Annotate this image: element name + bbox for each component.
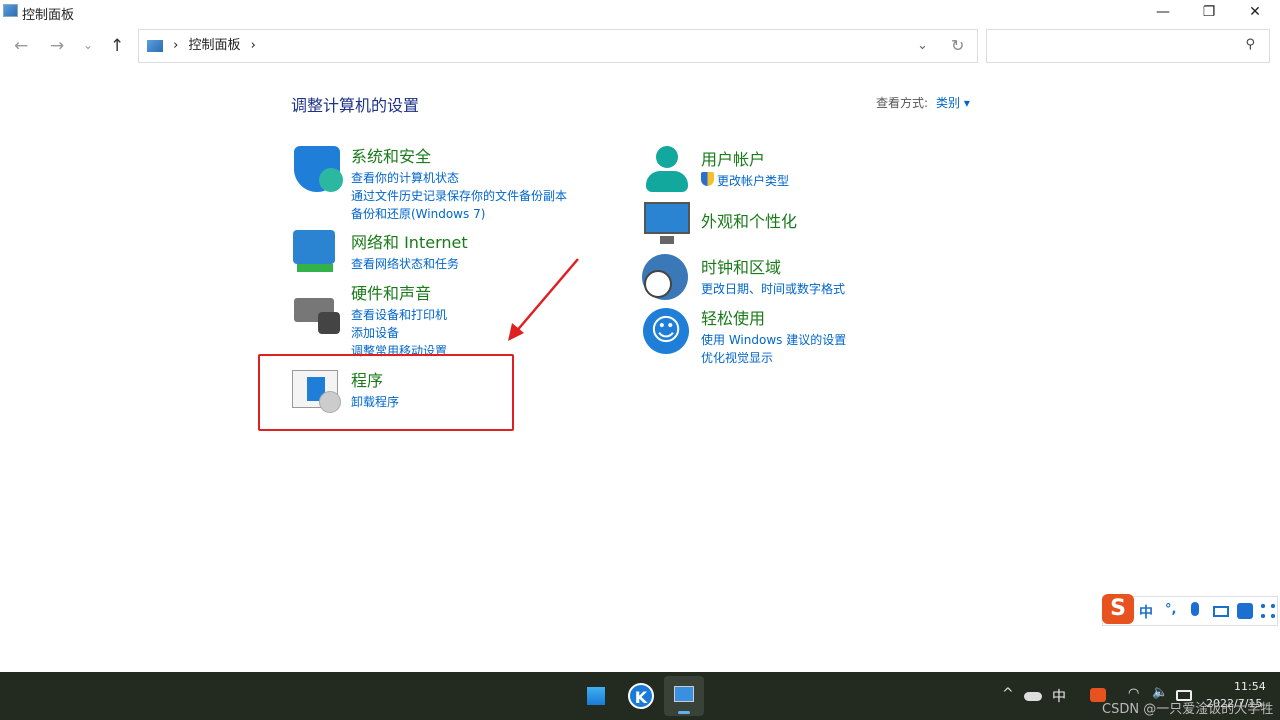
category-link[interactable]: 查看设备和打印机 (351, 306, 447, 324)
category-link[interactable]: 查看网络状态和任务 (351, 255, 468, 273)
tray-ime[interactable]: 中 (1052, 686, 1066, 706)
address-bar[interactable]: › 控制面板 › ⌄ ↻ (138, 29, 978, 63)
sogou-logo[interactable]: S (1102, 594, 1134, 624)
category-title[interactable]: 外观和个性化 (701, 208, 797, 232)
category-title[interactable]: 轻松使用 (701, 305, 846, 329)
category-link[interactable]: 更改日期、时间或数字格式 (701, 280, 845, 298)
appearance-icon (644, 202, 690, 248)
toolbox-icon[interactable] (1261, 604, 1275, 618)
breadcrumb-separator[interactable]: › (251, 38, 256, 53)
search-icon: ⚲ (1245, 37, 1255, 52)
page-title: 调整计算机的设置 (291, 96, 420, 115)
view-by-dropdown[interactable]: 类别 ▾ (936, 96, 970, 110)
close-button[interactable]: ✕ (1232, 0, 1278, 24)
category-system-security: 系统和安全 查看你的计算机状态 通过文件历史记录保存你的文件备份副本 备份和还原… (351, 143, 567, 223)
minimize-button[interactable]: — (1140, 0, 1186, 24)
keyboard-icon[interactable] (1213, 606, 1229, 617)
network-icon (293, 230, 339, 276)
annotation-arrow (508, 258, 579, 341)
category-title[interactable]: 系统和安全 (351, 143, 567, 167)
ime-punctuation[interactable]: °, (1165, 602, 1176, 617)
category-title[interactable]: 网络和 Internet (351, 229, 468, 253)
app-k-icon[interactable]: K (628, 683, 654, 709)
category-appearance: 外观和个性化 (701, 208, 797, 234)
back-button[interactable]: ← (14, 36, 28, 56)
taskbar: K ^ 中 ◠ 🔈 11:54 2022/7/15 (0, 672, 1280, 720)
category-link[interactable]: 备份和还原(Windows 7) (351, 205, 567, 223)
up-button[interactable]: ↑ (110, 36, 124, 56)
skin-icon[interactable] (1237, 603, 1253, 619)
view-by: 查看方式: 类别 ▾ (876, 94, 970, 111)
control-panel-icon (147, 39, 163, 52)
clock-time[interactable]: 11:54 (1234, 680, 1266, 693)
start-button[interactable] (585, 685, 607, 707)
category-hardware-sound: 硬件和声音 查看设备和打印机 添加设备 调整常用移动设置 (351, 280, 447, 360)
clock-globe-icon (642, 254, 688, 300)
category-link[interactable]: 优化视觉显示 (701, 349, 846, 367)
control-panel-taskbar-icon[interactable] (664, 676, 704, 716)
search-input[interactable]: ⚲ (986, 29, 1270, 63)
highlight-box (258, 354, 514, 431)
view-by-label: 查看方式: (876, 96, 929, 110)
mic-icon[interactable] (1191, 602, 1199, 616)
category-title[interactable]: 硬件和声音 (351, 280, 447, 304)
forward-button[interactable]: → (50, 36, 64, 56)
accessibility-icon: ☺ (643, 308, 689, 354)
printer-icon (294, 290, 340, 336)
category-link[interactable]: 更改帐户类型 (717, 172, 789, 190)
onedrive-icon[interactable] (1024, 692, 1042, 701)
user-icon (644, 146, 690, 192)
breadcrumb-separator: › (173, 38, 179, 53)
category-ease-of-access: 轻松使用 使用 Windows 建议的设置 优化视觉显示 (701, 305, 846, 367)
category-network: 网络和 Internet 查看网络状态和任务 (351, 229, 468, 273)
category-link[interactable]: 使用 Windows 建议的设置 (701, 331, 846, 349)
window-title: 控制面板 (22, 8, 75, 23)
uac-shield-icon (701, 172, 714, 186)
category-title[interactable]: 时钟和区域 (701, 254, 845, 278)
category-user-accounts: 用户帐户 更改帐户类型 (701, 146, 789, 190)
category-link[interactable]: 通过文件历史记录保存你的文件备份副本 (351, 187, 567, 205)
watermark: CSDN @一只爱淦饭的大学牲 (1102, 702, 1274, 717)
app-icon (3, 4, 18, 17)
ime-mode[interactable]: 中 (1139, 602, 1153, 622)
tray-chevron[interactable]: ^ (1002, 686, 1014, 702)
refresh-button[interactable]: ↻ (951, 30, 964, 62)
shield-icon (294, 146, 343, 192)
category-clock-region: 时钟和区域 更改日期、时间或数字格式 (701, 254, 845, 298)
category-title[interactable]: 用户帐户 (701, 146, 789, 170)
recent-locations-button[interactable]: ⌄ (83, 38, 93, 52)
maximize-button[interactable]: ❐ (1186, 0, 1232, 24)
category-link[interactable]: 添加设备 (351, 324, 447, 342)
category-link[interactable]: 查看你的计算机状态 (351, 169, 567, 187)
breadcrumb-control-panel[interactable]: 控制面板 (188, 38, 240, 53)
address-dropdown[interactable]: ⌄ (917, 30, 928, 62)
